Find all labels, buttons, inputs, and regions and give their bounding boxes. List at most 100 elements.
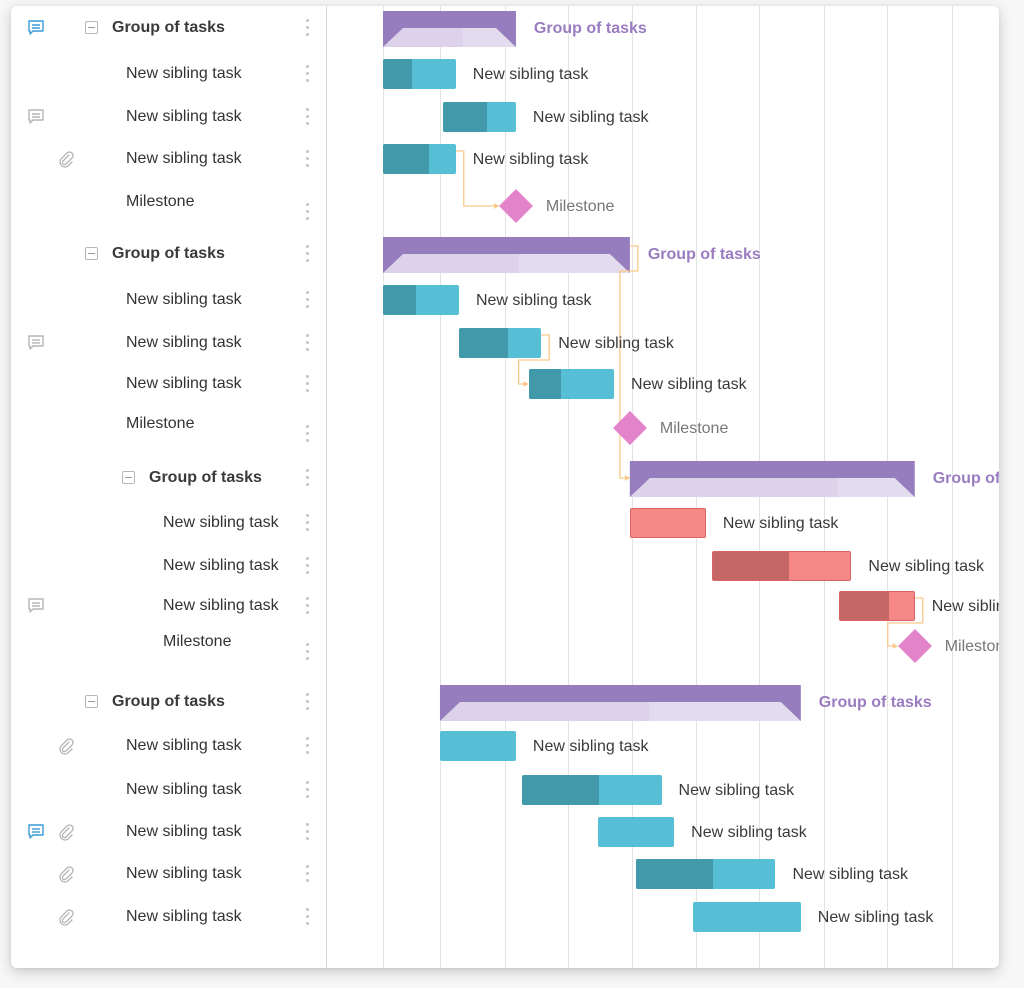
grid-row-group[interactable]: Group of tasks bbox=[11, 239, 326, 269]
row-menu-icon[interactable] bbox=[301, 693, 313, 713]
grid-row-milestone[interactable]: Milestone bbox=[11, 191, 326, 221]
attachment-icon[interactable] bbox=[57, 737, 75, 755]
task-bar[interactable] bbox=[439, 731, 516, 761]
grid-row-group[interactable]: Group of tasks bbox=[11, 687, 326, 717]
row-menu-icon[interactable] bbox=[301, 334, 313, 354]
collapse-toggle[interactable] bbox=[85, 695, 98, 708]
grid-row-task[interactable]: New sibling task bbox=[11, 369, 326, 399]
row-menu-icon[interactable] bbox=[301, 865, 313, 885]
group-name: Group of tasks bbox=[112, 19, 225, 36]
grid-row-milestone[interactable]: Milestone bbox=[11, 413, 326, 443]
row-menu-icon[interactable] bbox=[301, 245, 313, 265]
row-menu-icon[interactable] bbox=[301, 375, 313, 395]
task-bar[interactable] bbox=[598, 817, 675, 847]
task-bar[interactable] bbox=[636, 859, 776, 889]
task-bar[interactable] bbox=[528, 369, 615, 399]
task-name: New sibling task bbox=[126, 65, 242, 82]
comment-icon[interactable] bbox=[27, 334, 45, 352]
attachment-icon[interactable] bbox=[57, 908, 75, 926]
row-menu-icon[interactable] bbox=[301, 597, 313, 617]
row-menu-icon[interactable] bbox=[301, 108, 313, 128]
row-menu-icon[interactable] bbox=[301, 19, 313, 39]
task-bar-label: New sibling task bbox=[532, 109, 649, 126]
task-bar[interactable] bbox=[383, 144, 456, 174]
task-bar[interactable] bbox=[693, 902, 801, 932]
grid-row-task[interactable]: New sibling task bbox=[11, 102, 326, 132]
task-progress bbox=[383, 285, 416, 315]
row-menu-icon[interactable] bbox=[301, 737, 313, 757]
row-menu-icon[interactable] bbox=[301, 908, 313, 928]
group-bar-background bbox=[629, 461, 915, 497]
task-progress bbox=[383, 59, 413, 89]
row-menu-icon[interactable] bbox=[301, 781, 313, 801]
milestone-marker[interactable] bbox=[897, 629, 932, 663]
row-menu-icon[interactable] bbox=[301, 65, 313, 85]
group-bar-label: Group of tasks bbox=[932, 470, 999, 487]
grid-row-group[interactable]: Group of tasks bbox=[11, 13, 326, 43]
group-bar-frame bbox=[383, 237, 630, 273]
grid-row-task[interactable]: New sibling task bbox=[11, 508, 326, 538]
pane-divider[interactable] bbox=[326, 6, 327, 968]
attachment-icon[interactable] bbox=[57, 150, 75, 168]
grid-row-task[interactable]: New sibling task bbox=[11, 144, 326, 174]
group-bar-background bbox=[439, 685, 801, 721]
link-arrow-icon bbox=[624, 475, 630, 481]
grid-row-milestone[interactable]: Milestone bbox=[11, 631, 326, 661]
comment-icon[interactable] bbox=[27, 108, 45, 126]
row-menu-icon[interactable] bbox=[301, 150, 313, 170]
row-menu-icon[interactable] bbox=[301, 291, 313, 311]
timeline-gridline bbox=[824, 6, 825, 968]
grid-row-task[interactable]: New sibling task bbox=[11, 817, 326, 847]
grid-row-task[interactable]: New sibling task bbox=[11, 551, 326, 581]
collapse-toggle[interactable] bbox=[85, 247, 98, 260]
task-progress bbox=[636, 859, 713, 889]
grid-row-task[interactable]: New sibling task bbox=[11, 902, 326, 932]
task-bar[interactable] bbox=[458, 328, 542, 358]
group-bar-frame bbox=[629, 461, 915, 497]
task-bar[interactable] bbox=[838, 591, 915, 621]
row-menu-icon[interactable] bbox=[301, 514, 313, 534]
row-menu-icon[interactable] bbox=[301, 203, 313, 223]
task-bar[interactable] bbox=[629, 508, 706, 538]
task-grid: Group of tasks New sibling task New siblin… bbox=[11, 6, 326, 968]
task-bar[interactable] bbox=[383, 59, 456, 89]
task-name: New sibling task bbox=[163, 514, 279, 531]
grid-row-task[interactable]: New sibling task bbox=[11, 328, 326, 358]
attachment-icon[interactable] bbox=[57, 865, 75, 883]
grid-row-task[interactable]: New sibling task bbox=[11, 775, 326, 805]
grid-row-task[interactable]: New sibling task bbox=[11, 731, 326, 761]
comment-icon[interactable] bbox=[27, 19, 45, 37]
task-progress bbox=[839, 592, 890, 620]
row-menu-icon[interactable] bbox=[301, 425, 313, 445]
task-name: New sibling task bbox=[126, 334, 242, 351]
row-menu-icon[interactable] bbox=[301, 557, 313, 577]
task-bar-label: New sibling task bbox=[868, 558, 985, 575]
task-name: New sibling task bbox=[126, 908, 242, 925]
row-menu-icon[interactable] bbox=[301, 823, 313, 843]
task-bar[interactable] bbox=[712, 551, 852, 581]
task-bar[interactable] bbox=[443, 102, 516, 132]
grid-row-task[interactable]: New sibling task bbox=[11, 285, 326, 315]
grid-row-task[interactable]: New sibling task bbox=[11, 59, 326, 89]
grid-row-task[interactable]: New sibling task bbox=[11, 591, 326, 621]
task-bar[interactable] bbox=[522, 775, 662, 805]
row-menu-icon[interactable] bbox=[301, 643, 313, 663]
task-name: New sibling task bbox=[126, 291, 242, 308]
collapse-toggle[interactable] bbox=[85, 21, 98, 34]
group-bar[interactable] bbox=[629, 461, 915, 497]
milestone-marker[interactable] bbox=[612, 411, 647, 445]
attachment-icon[interactable] bbox=[57, 823, 75, 841]
group-bar[interactable] bbox=[439, 685, 801, 721]
collapse-toggle[interactable] bbox=[122, 471, 135, 484]
task-progress bbox=[458, 328, 509, 358]
grid-row-group[interactable]: Group of tasks bbox=[11, 463, 326, 493]
task-bar[interactable] bbox=[383, 285, 459, 315]
grid-row-task[interactable]: New sibling task bbox=[11, 859, 326, 889]
comment-icon[interactable] bbox=[27, 823, 45, 841]
task-name: New sibling task bbox=[126, 823, 242, 840]
group-bar-background bbox=[383, 237, 630, 273]
group-bar[interactable] bbox=[383, 11, 516, 47]
group-bar[interactable] bbox=[383, 237, 630, 273]
row-menu-icon[interactable] bbox=[301, 469, 313, 489]
comment-icon[interactable] bbox=[27, 597, 45, 615]
